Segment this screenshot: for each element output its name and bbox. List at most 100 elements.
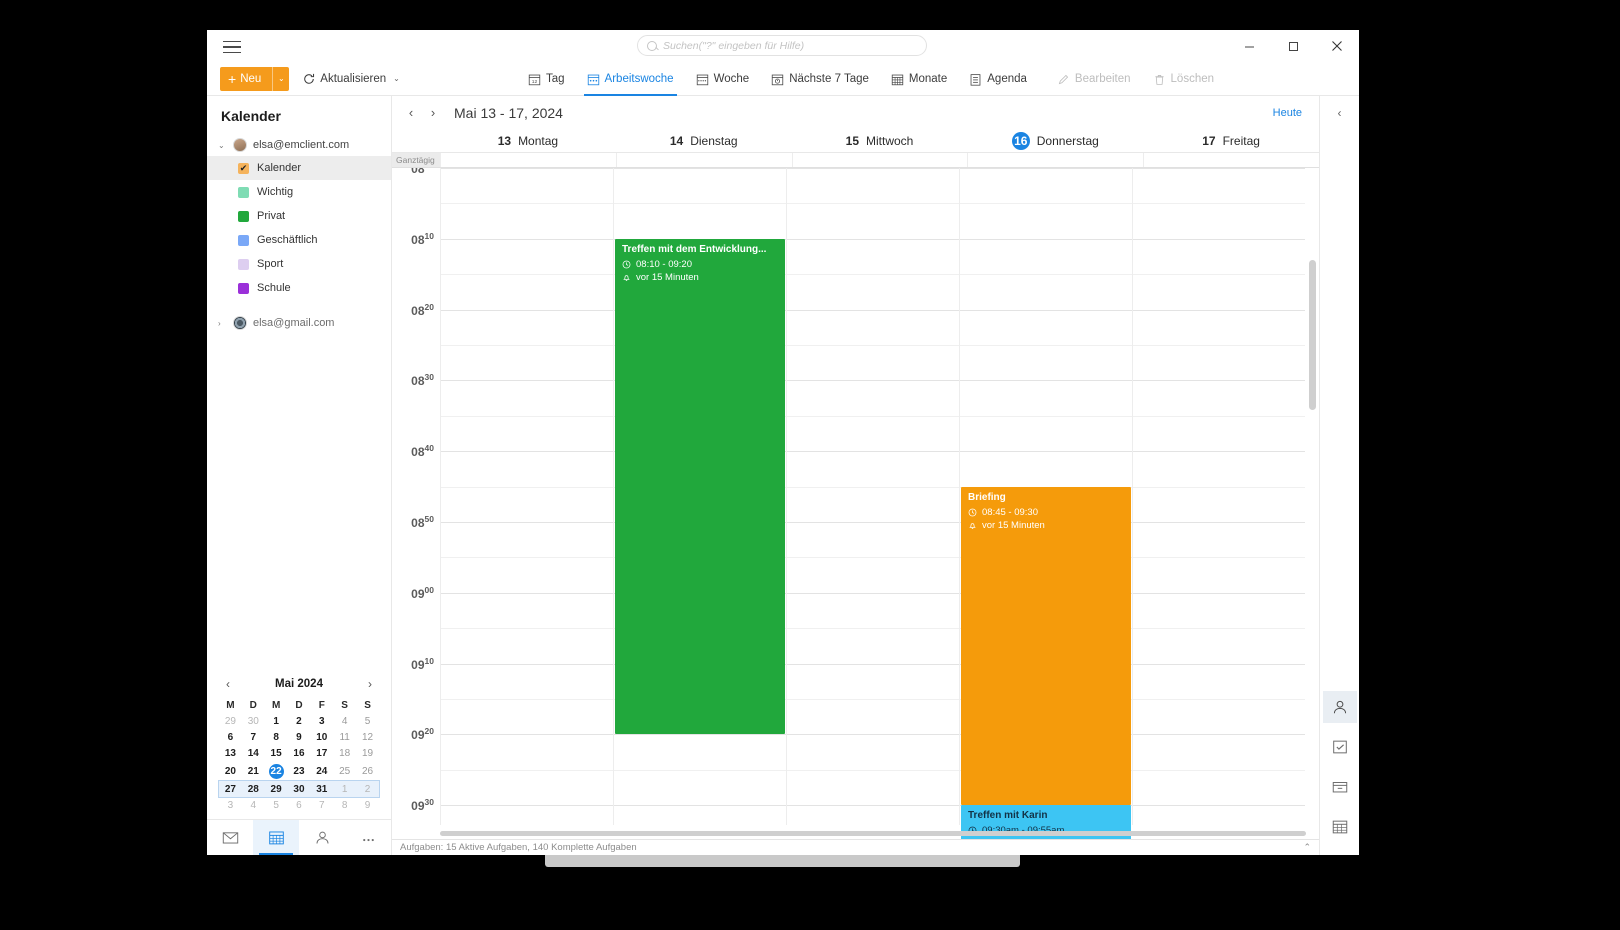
calendar-event[interactable]: Briefing 08:45 - 09:30 vor 15 Minuten xyxy=(961,486,1131,806)
day-column-donnerstag[interactable]: Briefing 08:45 - 09:30 vor 15 Minuten Treff… xyxy=(959,168,1132,839)
mini-calendar-day[interactable]: 1 xyxy=(265,713,288,729)
mini-calendar-day[interactable]: 6 xyxy=(288,797,311,813)
status-bar-expand-icon[interactable]: ⌃ xyxy=(1303,842,1311,853)
calendar-color-swatch-checked[interactable] xyxy=(238,162,249,174)
vertical-scrollbar[interactable] xyxy=(1306,168,1319,825)
minimize-button[interactable] xyxy=(1227,30,1271,62)
mini-calendar-day[interactable]: 8 xyxy=(265,729,288,745)
mini-calendar-day[interactable]: 5 xyxy=(265,797,288,813)
mini-calendar-day[interactable]: 30 xyxy=(287,781,311,797)
mini-calendar-prev-button[interactable]: ‹ xyxy=(219,677,237,691)
mini-calendar-day[interactable]: 19 xyxy=(356,745,379,761)
mini-calendar-day[interactable]: 9 xyxy=(288,729,311,745)
mini-calendar-day[interactable]: 4 xyxy=(242,797,265,813)
tab-naechste-7-tage[interactable]: Nächste 7 Tage xyxy=(760,62,880,96)
mini-calendar-day[interactable]: 16 xyxy=(288,745,311,761)
mini-calendar-day[interactable]: 30 xyxy=(242,713,265,729)
mini-calendar-day[interactable]: 24 xyxy=(310,761,333,781)
nav-calendar-button[interactable] xyxy=(253,820,299,855)
mini-calendar-day[interactable]: 17 xyxy=(310,745,333,761)
day-header-freitag[interactable]: 17 Freitag xyxy=(1143,129,1319,152)
new-button[interactable]: + Neu ⌄ xyxy=(220,66,290,91)
nav-mail-button[interactable] xyxy=(207,820,253,855)
today-button[interactable]: Heute xyxy=(1273,107,1302,119)
day-header-dienstag[interactable]: 14 Dienstag xyxy=(616,129,792,152)
day-column-mittwoch[interactable] xyxy=(786,168,959,825)
mini-calendar-today[interactable]: 22 xyxy=(268,763,284,779)
right-sidebar-collapse-button[interactable]: ‹ xyxy=(1338,106,1342,120)
mini-calendar-day[interactable]: 2 xyxy=(356,781,379,797)
mini-calendar-day[interactable]: 26 xyxy=(356,761,379,781)
mini-calendar-day[interactable]: 23 xyxy=(288,761,311,781)
day-column-montag[interactable] xyxy=(440,168,613,825)
mini-calendar-day[interactable]: 27 xyxy=(219,781,242,797)
nav-more-button[interactable] xyxy=(345,820,391,855)
mini-calendar-day[interactable]: 9 xyxy=(356,797,379,813)
sidebar-account-emclient[interactable]: ⌄ elsa@emclient.com xyxy=(207,134,391,156)
all-day-cell[interactable] xyxy=(791,153,968,167)
sidebar-item-sport[interactable]: Sport xyxy=(207,252,391,276)
right-panel-contacts-button[interactable] xyxy=(1322,691,1357,723)
sidebar-item-privat[interactable]: Privat xyxy=(207,204,391,228)
mini-calendar-day[interactable]: 10 xyxy=(310,729,333,745)
mini-calendar-day[interactable]: 25 xyxy=(333,761,356,781)
day-header-montag[interactable]: 13 Montag xyxy=(440,129,616,152)
tab-woche[interactable]: Woche xyxy=(685,62,761,96)
mini-calendar-day[interactable]: 22 xyxy=(265,761,288,781)
all-day-cell[interactable] xyxy=(1143,153,1319,167)
mini-calendar-day[interactable]: 29 xyxy=(219,713,242,729)
right-panel-calendar-button[interactable] xyxy=(1323,811,1357,843)
chevron-right-icon[interactable]: › xyxy=(218,319,227,328)
chevron-down-icon[interactable]: ⌄ xyxy=(218,141,227,150)
day-column-freitag[interactable] xyxy=(1132,168,1305,825)
new-button-dropdown-icon[interactable]: ⌄ xyxy=(272,66,289,91)
mini-calendar-next-button[interactable]: › xyxy=(361,677,379,691)
search-input[interactable]: Suchen("?" eingeben für Hilfe) xyxy=(637,35,927,56)
mini-calendar-day[interactable]: 21 xyxy=(242,761,265,781)
mini-calendar-day[interactable]: 7 xyxy=(242,729,265,745)
mini-calendar-day[interactable]: 3 xyxy=(219,797,242,813)
horizontal-scrollbar-thumb[interactable] xyxy=(440,831,1306,836)
day-column-dienstag[interactable]: Treffen mit dem Entwicklung... 08:10 - 09… xyxy=(613,168,786,825)
mini-calendar-day[interactable]: 20 xyxy=(219,761,242,781)
right-panel-archive-button[interactable] xyxy=(1323,771,1357,803)
day-header-donnerstag[interactable]: 16 Donnerstag xyxy=(967,129,1143,152)
mini-calendar-day[interactable]: 18 xyxy=(333,745,356,761)
calendar-color-swatch[interactable] xyxy=(238,258,249,270)
all-day-cell[interactable] xyxy=(967,153,1143,167)
mini-calendar-day[interactable]: 15 xyxy=(265,745,288,761)
sidebar-account-gmail[interactable]: › elsa@gmail.com xyxy=(207,312,391,334)
calendar-event[interactable]: Treffen mit dem Entwicklung... 08:10 - 09… xyxy=(615,238,785,735)
mini-calendar-day[interactable]: 4 xyxy=(333,713,356,729)
calendar-color-swatch[interactable] xyxy=(238,186,249,198)
mini-calendar-day[interactable]: 14 xyxy=(242,745,265,761)
sidebar-item-geschaeftlich[interactable]: Geschäftlich xyxy=(207,228,391,252)
tab-agenda[interactable]: Agenda xyxy=(958,62,1038,96)
delete-button[interactable]: Löschen xyxy=(1142,62,1225,96)
tab-tag[interactable]: 12 Tag xyxy=(517,62,576,96)
calendar-color-swatch[interactable] xyxy=(238,234,249,246)
mini-calendar-day[interactable]: 28 xyxy=(241,781,265,797)
refresh-dropdown-icon[interactable]: ⌄ xyxy=(393,74,400,83)
mini-calendar-day[interactable]: 29 xyxy=(264,781,288,797)
mini-calendar-day[interactable]: 1 xyxy=(333,781,357,797)
calendar-color-swatch[interactable] xyxy=(238,282,249,294)
sidebar-item-wichtig[interactable]: Wichtig xyxy=(207,180,391,204)
refresh-button[interactable]: Aktualisieren ⌄ xyxy=(303,73,400,85)
maximize-button[interactable] xyxy=(1271,30,1315,62)
mini-calendar-day[interactable]: 13 xyxy=(219,745,242,761)
nav-contacts-button[interactable] xyxy=(299,820,345,855)
all-day-cell[interactable] xyxy=(615,153,792,167)
sidebar-item-schule[interactable]: Schule xyxy=(207,276,391,300)
mini-calendar-day[interactable]: 11 xyxy=(333,729,356,745)
mini-calendar-day[interactable]: 31 xyxy=(310,781,334,797)
right-panel-tasks-button[interactable] xyxy=(1323,731,1357,763)
horizontal-scrollbar[interactable] xyxy=(440,829,1306,838)
day-header-mittwoch[interactable]: 15 Mittwoch xyxy=(792,129,968,152)
sidebar-item-kalender[interactable]: Kalender xyxy=(207,156,391,180)
mini-calendar-day[interactable]: 2 xyxy=(288,713,311,729)
mini-calendar-day[interactable]: 7 xyxy=(310,797,333,813)
edit-button[interactable]: Bearbeiten xyxy=(1046,62,1142,96)
tab-monate[interactable]: Monate xyxy=(880,62,958,96)
mini-calendar-day[interactable]: 3 xyxy=(310,713,333,729)
